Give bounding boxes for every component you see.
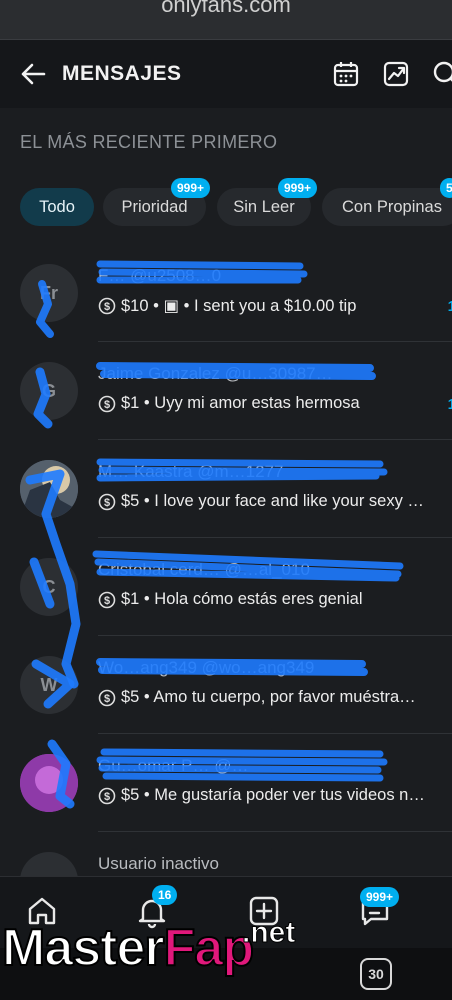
conversation-row[interactable]: W Wo…ang349 @wo…ang349 $ $5 • Amo tu cue… [0, 636, 452, 734]
conversation-row[interactable]: M… Kaastra @m…1277 $ $5 • I love your fa… [0, 440, 452, 538]
filter-chips: Todo Prioridad 999+ Sin Leer 999+ Con Pr… [0, 178, 452, 238]
svg-text:$: $ [104, 497, 110, 509]
sender-name: F… @u2508…0 [98, 266, 222, 285]
sender-name: Jaime Gonzalez @u…30987… [98, 364, 333, 383]
conversation-row[interactable]: Fr F… @u2508…0 $ $10 • ▣ • I sent you a … [0, 244, 452, 342]
messages-badge: 999+ [360, 887, 400, 907]
filter-badge: 5 [440, 178, 452, 198]
conversation-row[interactable]: G Jaime Gonzalez @u…30987… $ $1 • Uyy mi… [0, 342, 452, 440]
tabs-count-button[interactable]: 30 [360, 958, 392, 990]
watermark-logo: MasterFap .net [1, 916, 296, 1000]
watermark-text-net: .net [241, 916, 296, 950]
avatar-photo[interactable] [20, 754, 78, 812]
avatar[interactable]: C [20, 558, 78, 616]
sender-name: Gu…omar P… @… [98, 756, 249, 775]
svg-text:$: $ [104, 693, 110, 705]
message-preview: $ $5 • Me gustaría poder ver tus videos … [98, 786, 438, 805]
avatar[interactable]: G [20, 362, 78, 420]
avatar[interactable]: Fr [20, 264, 78, 322]
dollar-coin-icon: $ [98, 787, 116, 804]
filter-chip-label: Con Propinas [342, 198, 442, 216]
svg-text:$: $ [104, 595, 110, 607]
svg-text:$: $ [104, 791, 110, 803]
page-title: MENSAJES [62, 62, 182, 85]
sender-name: Cristobal cerd… @…al_010 [98, 560, 310, 579]
message-preview: $ $1 • Uyy mi amor estas hermosa [98, 394, 438, 413]
avatar-photo[interactable] [20, 460, 78, 518]
avatar-photo-image [20, 754, 78, 812]
notifications-badge: 16 [152, 885, 178, 905]
message-text: $5 • I love your face and like your sexy… [121, 492, 424, 510]
svg-text:$: $ [104, 301, 110, 313]
dollar-coin-icon: $ [98, 689, 116, 706]
browser-url-bar[interactable]: onlyfans.com [0, 0, 452, 40]
watermark-text-fap: Fap [163, 918, 255, 978]
message-text: $1 • Hola cómo estás eres genial [121, 590, 363, 608]
avatar[interactable]: W [20, 656, 78, 714]
sender-name: Usuario inactivo [98, 854, 219, 873]
message-preview: $ $5 • Amo tu cuerpo, por favor muéstra… [98, 688, 438, 707]
conversation-row[interactable]: C Cristobal cerd… @…al_010 $ $1 • Hola c… [0, 538, 452, 636]
sender-name: Wo…ang349 @wo…ang349 [98, 658, 315, 677]
filter-chip-label: Sin Leer [233, 198, 295, 216]
dollar-coin-icon: $ [98, 297, 116, 315]
arrow-left-icon[interactable] [20, 62, 46, 86]
dollar-coin-icon: $ [98, 591, 116, 608]
unread-count: 1 [447, 396, 452, 413]
messages-header: MENSAJES [0, 40, 452, 108]
calendar-icon[interactable] [332, 60, 360, 88]
message-text: $10 • ▣ • I sent you a $10.00 tip [121, 297, 357, 315]
unread-count: 1 [447, 298, 452, 315]
url-text: onlyfans.com [161, 0, 291, 17]
filter-chip-label: Todo [39, 198, 75, 216]
message-text: $1 • Uyy mi amor estas hermosa [121, 394, 360, 412]
dollar-coin-icon: $ [98, 493, 116, 510]
watermark-text-master: Master [1, 918, 166, 978]
message-text: $5 • Amo tu cuerpo, por favor muéstra… [121, 688, 416, 706]
filter-badge: 999+ [278, 178, 318, 198]
sender-name: M… Kaastra @m…1277 [98, 462, 284, 481]
message-text: $5 • Me gustaría poder ver tus videos n… [121, 786, 425, 804]
filter-chip-label: Prioridad [121, 198, 188, 216]
conversation-row[interactable]: Gu…omar P… @… $ $5 • Me gustaría poder v… [0, 734, 452, 832]
message-preview: $ $1 • Hola cómo estás eres genial [98, 590, 438, 609]
chart-icon[interactable] [382, 60, 410, 88]
sort-order-label[interactable]: EL MÁS RECIENTE PRIMERO [20, 132, 277, 153]
avatar-photo-image [20, 460, 78, 518]
message-preview: $ $5 • I love your face and like your se… [98, 492, 438, 511]
filter-chip-con-propinas[interactable]: Con Propinas [322, 188, 452, 226]
svg-text:$: $ [104, 399, 110, 411]
filter-badge: 999+ [171, 178, 211, 198]
message-preview: $ $10 • ▣ • I sent you a $10.00 tip [98, 296, 438, 316]
filter-chip-todo[interactable]: Todo [20, 188, 94, 226]
search-icon[interactable] [432, 60, 452, 88]
dollar-coin-icon: $ [98, 395, 116, 412]
